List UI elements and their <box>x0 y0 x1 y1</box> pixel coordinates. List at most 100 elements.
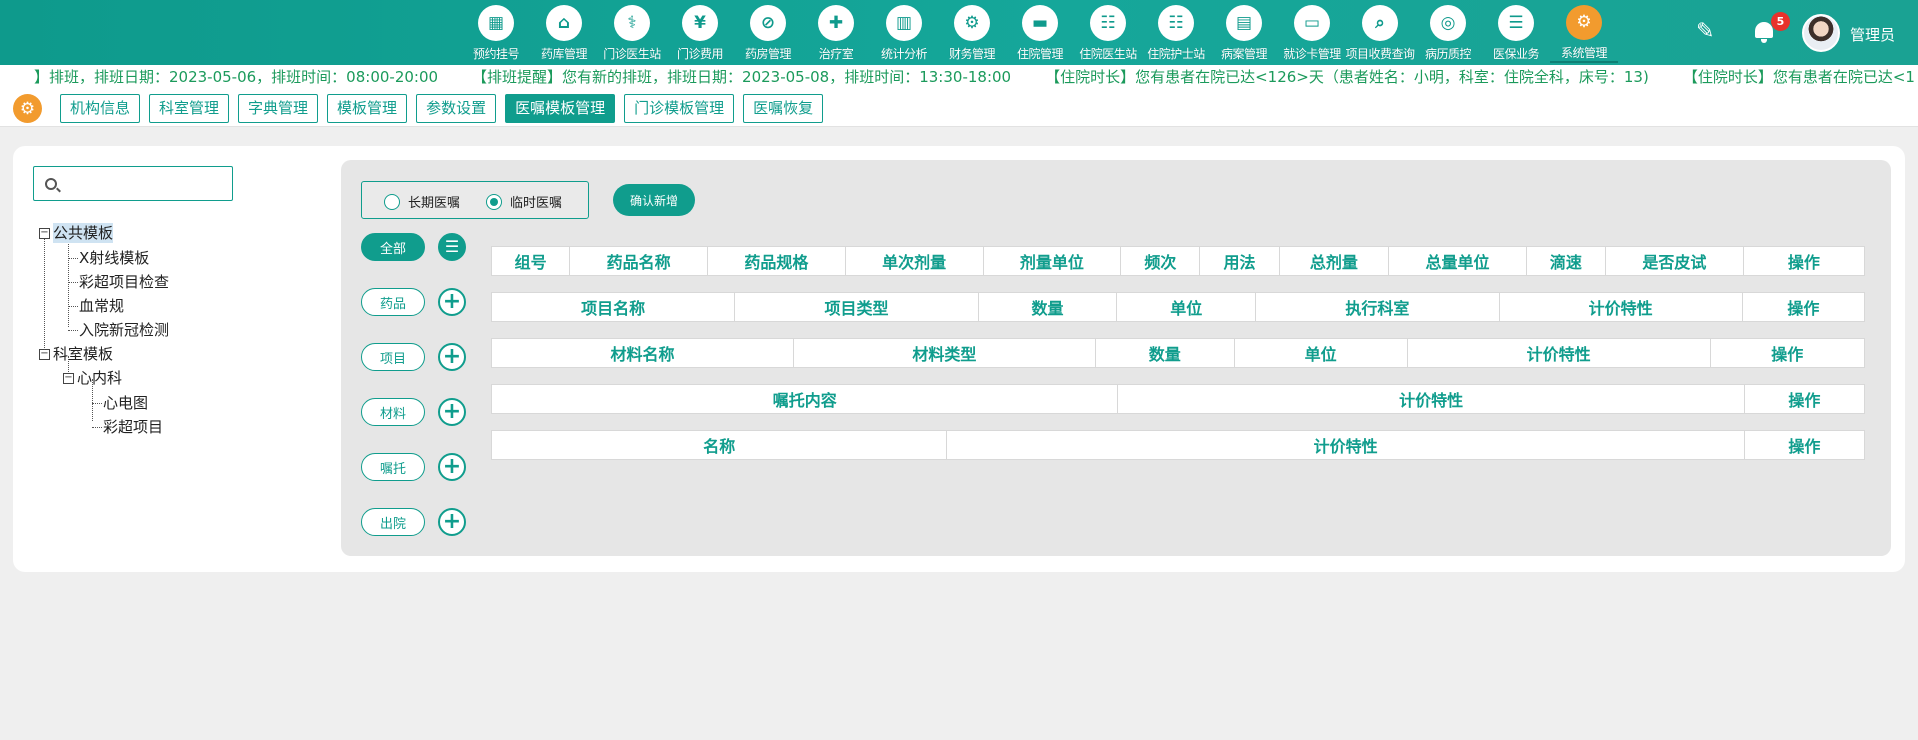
nav-item[interactable]: ▭ 就诊卡管理 <box>1278 5 1346 63</box>
nav-label: 治疗室 <box>818 47 854 61</box>
finance-gear-icon: ⚙ <box>954 5 990 41</box>
confirm-add-button[interactable]: 确认新增 <box>613 184 695 216</box>
nav-item[interactable]: ⌕ 项目收费查询 <box>1346 5 1415 63</box>
nav-item[interactable]: ◎ 病历质控 <box>1414 5 1482 63</box>
nav-item[interactable]: ▥ 统计分析 <box>870 5 938 63</box>
nav-item[interactable]: ⚙ 财务管理 <box>938 5 1006 63</box>
marquee-message: 【住院时长】您有患者在院已达<1 <box>1682 68 1915 86</box>
column-header: 操作 <box>1771 345 1804 364</box>
column-header: 项目类型 <box>735 293 979 321</box>
pill-icon: ⊘ <box>750 5 786 41</box>
marquee-message: 】排班，排班日期：2023-05-06，排班时间：08:00-20:00 <box>34 68 439 86</box>
category-all-button[interactable]: 全部 <box>361 233 425 261</box>
add-icon[interactable]: + <box>438 453 466 481</box>
category-material-button[interactable]: 材料 <box>361 398 425 426</box>
add-icon[interactable]: + <box>438 398 466 426</box>
column-header: 数量 <box>1096 339 1235 367</box>
subtab[interactable]: 医嘱模板管理 <box>505 94 616 123</box>
nav-item[interactable]: ☰ 医保业务 <box>1482 5 1550 63</box>
gear-icon[interactable]: ⚙ <box>13 94 42 123</box>
nav-item[interactable]: ✚ 治疗室 <box>802 5 870 63</box>
subtab[interactable]: 门诊模板管理 <box>624 94 735 123</box>
item-table-header: 项目名称 项目类型 数量 单位 执行科室 计价特性 操作 <box>491 292 1865 322</box>
column-header: 材料名称 <box>492 339 794 367</box>
subtab[interactable]: 参数设置 <box>416 94 497 123</box>
tree-node[interactable]: 心电图 <box>103 393 148 413</box>
nurse-card-icon: ☷ <box>1158 5 1194 41</box>
category-item-button[interactable]: 项目 <box>361 343 425 371</box>
add-icon[interactable]: + <box>438 288 466 316</box>
nav-item[interactable]: ⌂ 药库管理 <box>530 5 598 63</box>
subtab[interactable]: 字典管理 <box>238 94 319 123</box>
column-header: 操作 <box>1788 437 1821 456</box>
column-header: 是否皮试 <box>1606 247 1744 275</box>
nav-item[interactable]: ¥ 门诊费用 <box>666 5 734 63</box>
nav-item[interactable]: ⊘ 药房管理 <box>734 5 802 63</box>
nav-item[interactable]: ▤ 病案管理 <box>1210 5 1278 63</box>
column-header: 操作 <box>1787 299 1820 318</box>
nav-item[interactable]: ☷ 住院护士站 <box>1142 5 1210 63</box>
list-icon[interactable]: ☰ <box>438 233 466 261</box>
category-drug-button[interactable]: 药品 <box>361 288 425 316</box>
tree-node[interactable]: X射线模板 <box>79 248 149 268</box>
record-icon: ▤ <box>1226 5 1262 41</box>
column-header: 计价特性 <box>947 431 1745 459</box>
order-type-group: 长期医嘱 临时医嘱 <box>361 181 589 219</box>
tree-node[interactable]: 彩超项目 <box>103 417 163 437</box>
column-header: 材料类型 <box>794 339 1096 367</box>
subtab[interactable]: 医嘱恢复 <box>743 94 824 123</box>
nav-label: 药库管理 <box>540 47 588 61</box>
doctor-icon: ⚕ <box>614 5 650 41</box>
radio-long-term[interactable]: 长期医嘱 <box>384 192 460 211</box>
add-icon[interactable]: + <box>438 343 466 371</box>
tree-node[interactable]: 心内科 <box>77 368 122 388</box>
radio-temporary[interactable]: 临时医嘱 <box>486 192 562 211</box>
radio-label: 临时医嘱 <box>510 196 563 211</box>
radio-label: 长期医嘱 <box>408 196 461 211</box>
nav-label: 住院管理 <box>1016 47 1064 61</box>
sub-toolbar: ⚙ 机构信息 科室管理 字典管理 模板管理 参数设置 医嘱模板管理 门诊模板管理 医嘱恢复 <box>0 90 1918 127</box>
yen-icon: ¥ <box>682 5 718 41</box>
nav-item[interactable]: ⚙ 系统管理 <box>1550 5 1618 63</box>
insurance-card-icon: ☰ <box>1498 5 1534 41</box>
collapse-icon[interactable]: − <box>39 228 50 239</box>
search-icon <box>45 178 57 190</box>
tree-node[interactable]: 血常规 <box>79 296 124 316</box>
tree-node[interactable]: 彩超项目检查 <box>79 272 169 292</box>
nav-label: 病历质控 <box>1424 47 1472 61</box>
pencil-icon[interactable]: ✎ <box>1696 19 1714 44</box>
nav-item[interactable]: ⚕ 门诊医生站 <box>598 5 666 63</box>
subtab[interactable]: 科室管理 <box>149 94 230 123</box>
add-icon[interactable]: + <box>438 508 466 536</box>
calendar-icon: ▦ <box>478 5 514 41</box>
nav-label: 门诊医生站 <box>603 47 661 61</box>
nav-label: 财务管理 <box>948 47 996 61</box>
category-entrust-button[interactable]: 嘱托 <box>361 453 425 481</box>
nav-item[interactable]: ▬ 住院管理 <box>1006 5 1074 63</box>
nav-label: 系统管理 <box>1560 46 1608 60</box>
nav-label: 门诊费用 <box>676 47 724 61</box>
nav-item[interactable]: ▦ 预约挂号 <box>462 5 530 63</box>
column-header: 名称 <box>492 431 948 459</box>
subtab[interactable]: 机构信息 <box>60 94 141 123</box>
collapse-icon[interactable]: − <box>63 373 74 384</box>
radio-circle <box>384 193 400 210</box>
column-header: 总量单位 <box>1389 247 1527 275</box>
tree-node[interactable]: 入院新冠检测 <box>79 320 169 340</box>
bar-chart-icon: ▥ <box>886 5 922 41</box>
search-input[interactable] <box>33 166 233 201</box>
quality-control-icon: ◎ <box>1430 5 1466 41</box>
username[interactable]: 管理员 <box>1850 24 1895 45</box>
nurse-icon: ✚ <box>818 5 854 41</box>
column-header: 单位 <box>1235 339 1408 367</box>
tree-node-public[interactable]: 公共模板 <box>53 223 114 243</box>
column-header: 滴速 <box>1527 247 1607 275</box>
subtab[interactable]: 模板管理 <box>327 94 408 123</box>
column-header: 频次 <box>1121 247 1201 275</box>
collapse-icon[interactable]: − <box>39 349 50 360</box>
tree-node-dept[interactable]: 科室模板 <box>53 344 113 364</box>
category-discharge-button[interactable]: 出院 <box>361 508 425 536</box>
column-header: 数量 <box>979 293 1118 321</box>
avatar[interactable] <box>1802 14 1840 52</box>
nav-item[interactable]: ☷ 住院医生站 <box>1074 5 1142 63</box>
